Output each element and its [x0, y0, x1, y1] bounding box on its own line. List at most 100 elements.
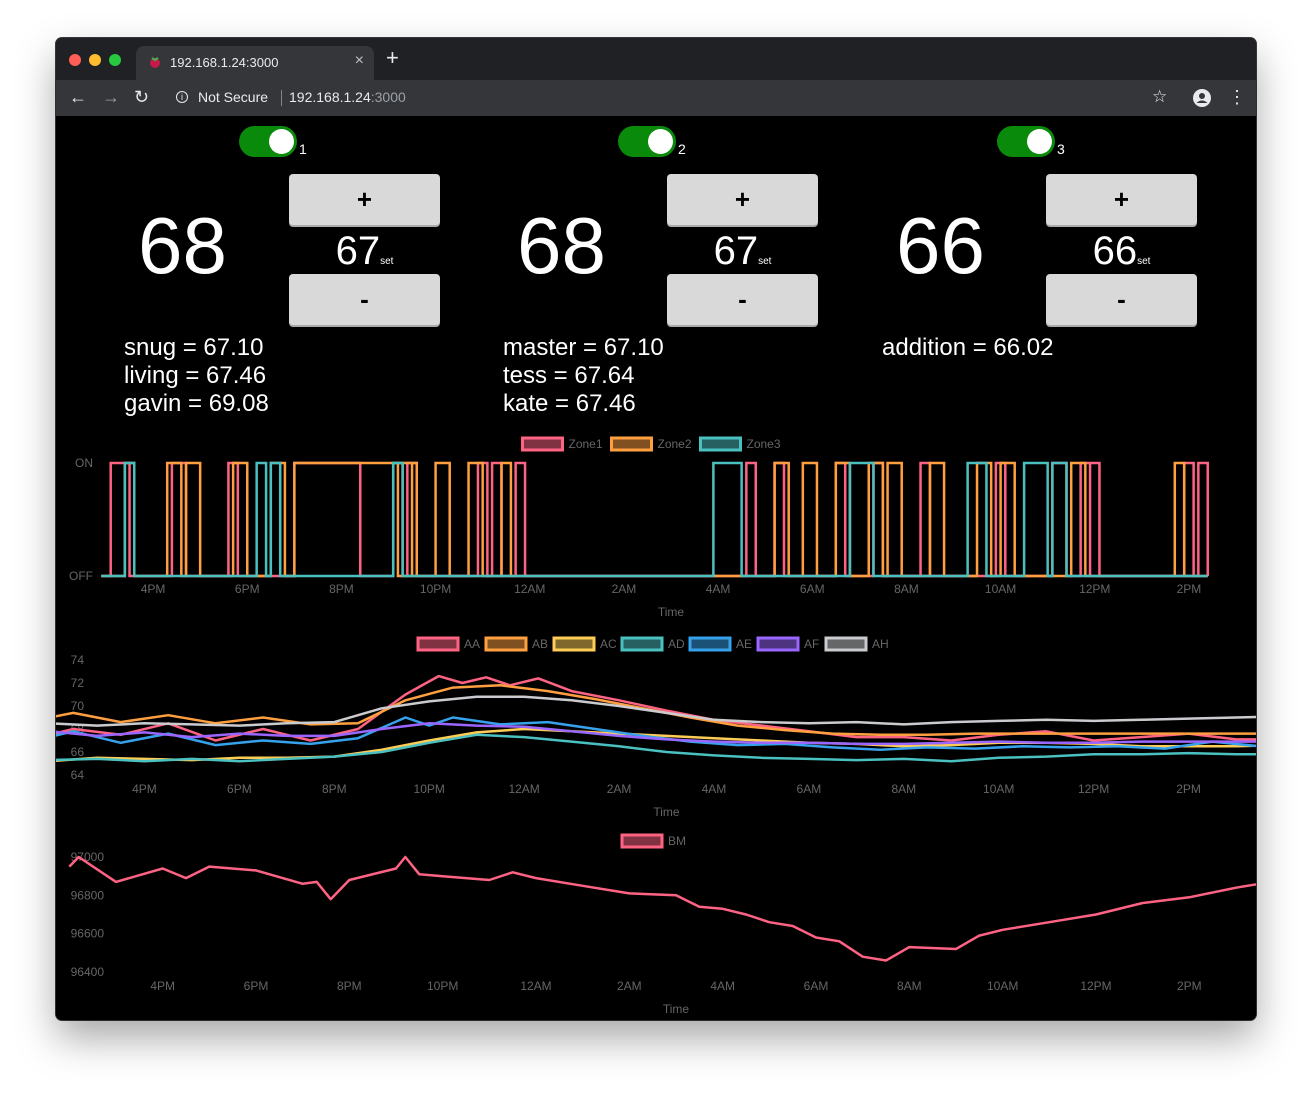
x-tick-label: 12AM: [508, 782, 539, 796]
series-line: [56, 684, 1256, 737]
raspberry-icon: [150, 57, 160, 68]
y-tick-label: ON: [75, 456, 93, 470]
increase-setpoint-button[interactable]: +: [1046, 174, 1197, 225]
x-tick-label: 6AM: [804, 979, 829, 993]
maximize-window-button[interactable]: [109, 54, 121, 66]
x-tick-label: 8PM: [322, 782, 347, 796]
reload-icon[interactable]: ↻: [134, 86, 149, 108]
x-tick-label: 12AM: [514, 582, 545, 596]
y-tick-label: 96600: [71, 927, 105, 941]
forward-icon[interactable]: →: [102, 86, 120, 108]
x-tick-label: 8PM: [337, 979, 362, 993]
legend-swatch: [620, 636, 664, 652]
x-tick-label: 10AM: [985, 582, 1016, 596]
minimize-window-button[interactable]: [89, 54, 101, 66]
y-tick-label: 74: [71, 653, 85, 667]
profile-icon[interactable]: [1193, 89, 1211, 107]
omnibox-divider: [281, 90, 282, 106]
x-tick-label: 10AM: [987, 979, 1018, 993]
sensor-reading: snug = 67.10: [124, 334, 264, 361]
sensor-readings: addition = 66.02: [882, 334, 1053, 362]
temperature-chart: AA AB AC AD AE AF AH6466687072744PM 6PM 8PM 10PM 1…: [56, 636, 1256, 819]
zone-toggle[interactable]: [239, 126, 297, 157]
legend-label: AA: [464, 637, 480, 651]
y-tick-label: 70: [71, 699, 85, 713]
back-icon[interactable]: ←: [69, 86, 87, 108]
decrease-setpoint-button[interactable]: -: [667, 274, 818, 325]
y-tick-label: 96800: [71, 888, 105, 902]
tab-title: 192.168.1.24:3000: [170, 55, 279, 70]
browser-toolbar: ← → ↻ i Not Secure 192.168.1.24:3000 ☆ ⋮: [56, 80, 1256, 116]
star-icon[interactable]: ☆: [1152, 86, 1167, 108]
legend-label: BM: [668, 834, 686, 848]
menu-icon[interactable]: ⋮: [1228, 86, 1246, 108]
legend-swatch: [416, 636, 460, 652]
legend-swatch: [756, 636, 800, 652]
y-tick-label: OFF: [69, 569, 93, 583]
decrease-setpoint-button[interactable]: -: [289, 274, 440, 325]
x-tick-label: 6PM: [235, 582, 260, 596]
browser-tab[interactable]: 192.168.1.24:3000 ×: [136, 46, 374, 80]
x-tick-label: 10PM: [420, 582, 451, 596]
sensor-reading: addition = 66.02: [882, 334, 1054, 361]
legend-label: AH: [872, 637, 889, 651]
legend-label: Zone1: [569, 437, 603, 451]
legend-label: AB: [532, 637, 548, 651]
thermostat-page: 1 68 + 67set - snug = 67.10 living = 67.…: [56, 116, 1256, 1020]
tab-close-icon[interactable]: ×: [355, 52, 364, 70]
x-tick-label: 10PM: [427, 979, 458, 993]
toggle-knob: [648, 129, 673, 154]
address-bar[interactable]: i Not Secure 192.168.1.24:3000: [164, 84, 1184, 112]
zone-toggle[interactable]: [997, 126, 1055, 157]
info-icon[interactable]: i: [176, 91, 188, 103]
x-tick-label: 2PM: [1177, 979, 1202, 993]
increase-setpoint-button[interactable]: +: [289, 174, 440, 225]
x-tick-label: 2PM: [1176, 782, 1201, 796]
current-temperature: 68: [517, 201, 606, 290]
x-tick-label: 6PM: [244, 979, 269, 993]
setpoint-label: set: [758, 256, 772, 267]
series-line: [56, 674, 1256, 742]
x-tick-label: 12AM: [520, 979, 551, 993]
y-tick-label: 96400: [71, 965, 105, 979]
x-tick-label: 4AM: [710, 979, 735, 993]
not-secure-label[interactable]: Not Secure: [198, 89, 268, 105]
y-tick-label: 64: [71, 768, 85, 782]
url-text[interactable]: 192.168.1.24:3000: [289, 89, 406, 105]
legend-swatch: [521, 436, 564, 452]
legend-swatch: [688, 636, 732, 652]
sensor-reading: gavin = 69.08: [124, 390, 269, 417]
x-tick-label: 8AM: [894, 582, 919, 596]
toggle-knob: [269, 129, 294, 154]
legend-swatch: [824, 636, 868, 652]
legend-label: AD: [668, 637, 685, 651]
tab-bar: 192.168.1.24:3000 × +: [56, 38, 1256, 80]
sensor-readings: master = 67.10 tess = 67.64 kate = 67.46: [503, 334, 664, 418]
new-tab-icon[interactable]: +: [386, 47, 399, 69]
x-tick-label: 12PM: [1079, 582, 1110, 596]
x-tick-label: 4AM: [702, 782, 727, 796]
x-axis-title: Time: [663, 1002, 690, 1016]
increase-setpoint-button[interactable]: +: [667, 174, 818, 225]
setpoint-value: 66: [1092, 229, 1138, 273]
x-axis-title: Time: [653, 805, 680, 819]
decrease-setpoint-button[interactable]: -: [1046, 274, 1197, 325]
y-tick-label: 66: [71, 745, 85, 759]
sensor-readings: snug = 67.10 living = 67.46 gavin = 69.0…: [124, 334, 269, 418]
x-tick-label: 10PM: [414, 782, 445, 796]
legend-swatch: [699, 436, 742, 452]
toggle-knob: [1027, 129, 1052, 154]
legend-swatch: [620, 833, 664, 849]
zone-toggle[interactable]: [618, 126, 676, 157]
sensor-reading: master = 67.10: [503, 334, 664, 361]
series-line: [101, 461, 1208, 578]
legend-label: AE: [736, 637, 752, 651]
x-tick-label: 2PM: [1177, 582, 1202, 596]
x-tick-label: 12PM: [1080, 979, 1111, 993]
legend-label: Zone3: [747, 437, 781, 451]
close-window-button[interactable]: [69, 54, 81, 66]
x-tick-label: 4PM: [141, 582, 166, 596]
current-temperature: 68: [138, 201, 227, 290]
x-tick-label: 8PM: [329, 582, 354, 596]
current-temperature: 66: [896, 201, 985, 290]
